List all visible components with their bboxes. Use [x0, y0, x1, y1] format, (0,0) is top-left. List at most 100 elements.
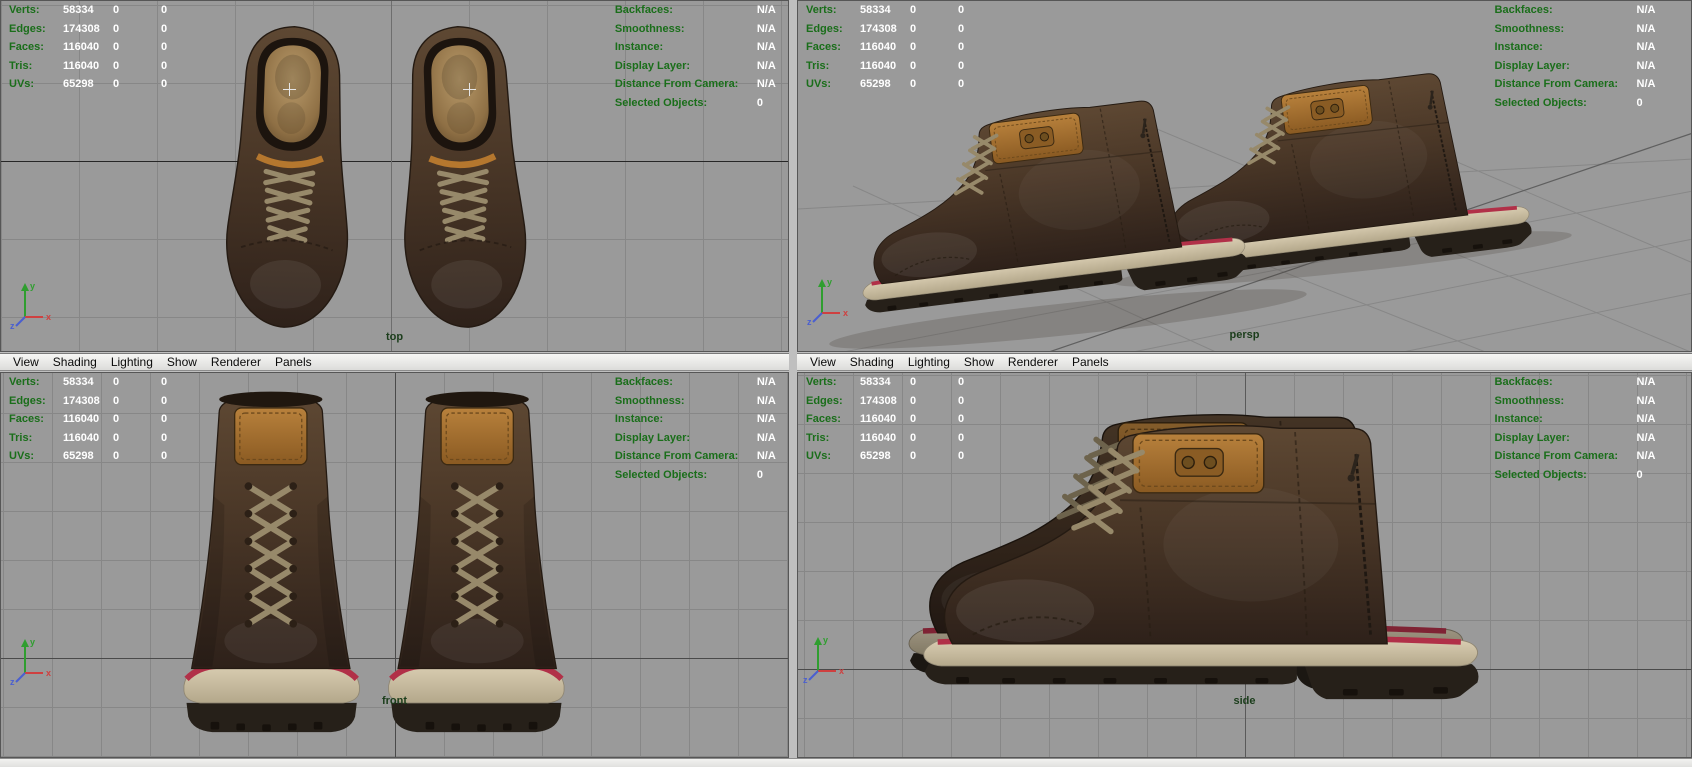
menu-item[interactable]: Panels: [268, 355, 319, 369]
hud-poly-count: Verts: 58334 0 0 Edges: 174308 0 0 Faces…: [9, 373, 167, 466]
hud-stat-value-col3: 0: [161, 394, 168, 407]
hud-info-label: Smoothness:: [614, 394, 685, 407]
viewport-side[interactable]: Verts: 58334 0 0 Edges: 174308 0 0 Faces…: [797, 372, 1692, 758]
hud-stat-value-col2: 0: [113, 59, 120, 72]
hud-stat-row: Tris: 116040 0 0: [806, 429, 964, 448]
hud-stat-value: 116040: [860, 431, 897, 444]
hud-info-value: N/A: [756, 431, 776, 444]
hud-stat-value-col3: 0: [958, 4, 965, 16]
hud-poly-count: Verts: 58334 0 0 Edges: 174308 0 0 Faces…: [9, 1, 167, 94]
menu-item[interactable]: Lighting: [901, 355, 957, 369]
hud-stat-value-col2: 0: [113, 41, 120, 53]
hud-info-label: Backfaces:: [1494, 4, 1553, 16]
hud-stat-value-col2: 0: [113, 376, 120, 388]
viewport-persp[interactable]: Verts: 58334 0 0 Edges: 174308 0 0 Faces…: [797, 0, 1692, 352]
hud-stat-label: Edges:: [9, 22, 46, 35]
hud-info-label: Instance:: [614, 41, 664, 53]
hud-info-row: Backfaces: N/A: [1495, 373, 1656, 392]
hud-stat-value-col3: 0: [161, 78, 168, 90]
hud-info-value: 0: [1636, 468, 1643, 481]
hud-stat-value: 116040: [63, 59, 100, 72]
hud-stat-row: Tris: 116040 0 0: [9, 57, 167, 76]
hud-stat-value-col3: 0: [161, 376, 168, 388]
hud-info-value: N/A: [756, 450, 776, 462]
hud-info-label: Smoothness:: [1494, 22, 1565, 35]
hud-stat-value-col3: 0: [161, 413, 168, 425]
pivot-cross: [283, 83, 296, 96]
hud-stat-row: Verts: 58334 0 0: [806, 1, 964, 20]
hud-info-value: N/A: [756, 41, 776, 53]
hud-stat-label: Tris:: [9, 431, 33, 444]
hud-stat-value-col3: 0: [958, 431, 965, 444]
menu-item[interactable]: Shading: [843, 355, 901, 369]
hud-stat-row: Tris: 116040 0 0: [9, 429, 167, 448]
hud-info-value: 0: [756, 96, 763, 109]
hud-stat-value-col3: 0: [958, 78, 965, 90]
menu-item[interactable]: View: [803, 355, 843, 369]
hud-stat-label: UVs:: [9, 450, 35, 462]
hud-stat-value: 116040: [860, 41, 897, 53]
hud-stat-label: UVs:: [806, 450, 832, 462]
hud-stat-label: Edges:: [806, 394, 843, 407]
axis-z-label: z: [803, 675, 808, 685]
menu-item[interactable]: View: [6, 355, 46, 369]
hud-stat-row: Verts: 58334 0 0: [9, 1, 167, 20]
hud-stat-value-col2: 0: [910, 431, 917, 444]
hud-info-row: Smoothness: N/A: [615, 20, 776, 39]
hud-stat-value-col2: 0: [113, 431, 120, 444]
axis-y-label: y: [823, 635, 828, 645]
hud-info-label: Distance From Camera:: [1494, 78, 1619, 90]
hud-stat-label: Faces:: [9, 413, 44, 425]
menu-item[interactable]: Show: [160, 355, 204, 369]
hud-stat-row: UVs: 65298 0 0: [806, 75, 964, 94]
hud-stat-value-col3: 0: [958, 41, 965, 53]
hud-stat-value-col3: 0: [958, 413, 965, 425]
hud-stat-label: Edges:: [806, 22, 843, 35]
hud-stat-value-col3: 0: [958, 59, 965, 72]
axis-y-label: y: [827, 277, 832, 287]
hud-stat-value-col3: 0: [161, 59, 168, 72]
hud-object-details: Backfaces: N/A Smoothness: N/A Instance:…: [615, 373, 776, 484]
hud-stat-label: Verts:: [9, 376, 40, 388]
hud-info-value: N/A: [1636, 376, 1656, 388]
hud-stat-value-col2: 0: [910, 376, 917, 388]
hud-stat-value: 65298: [860, 450, 891, 462]
menu-item[interactable]: Show: [957, 355, 1001, 369]
model-boots-front-view[interactable]: [159, 381, 589, 741]
axis-y-label: y: [30, 281, 35, 291]
menu-item[interactable]: Lighting: [104, 355, 160, 369]
hud-info-value: N/A: [1636, 431, 1656, 444]
model-boots-top-view[interactable]: [213, 21, 543, 331]
hud-stat-row: Edges: 174308 0 0: [806, 20, 964, 39]
viewport-top[interactable]: Verts: 58334 0 0 Edges: 174308 0 0 Faces…: [0, 0, 789, 352]
hud-info-row: Instance: N/A: [1495, 410, 1656, 429]
hud-info-value: N/A: [1636, 41, 1656, 53]
hud-stat-row: UVs: 65298 0 0: [9, 447, 167, 466]
hud-info-label: Display Layer:: [614, 431, 691, 444]
hud-info-label: Smoothness:: [1494, 394, 1565, 407]
menu-item[interactable]: Renderer: [1001, 355, 1065, 369]
menu-item[interactable]: Shading: [46, 355, 104, 369]
hud-info-label: Distance From Camera:: [614, 450, 739, 462]
hud-stat-value: 116040: [63, 413, 100, 425]
axis-indicator: y x z: [803, 635, 844, 685]
model-boots-side-view[interactable]: [864, 397, 1564, 701]
hud-stat-value-col2: 0: [910, 450, 917, 462]
hud-stat-value-col2: 0: [910, 22, 917, 35]
hud-stat-label: Verts:: [806, 376, 837, 388]
hud-stat-value-col2: 0: [113, 450, 120, 462]
hud-poly-count: Verts: 58334 0 0 Edges: 174308 0 0 Faces…: [806, 373, 964, 466]
hud-stat-label: Verts:: [806, 4, 837, 16]
hud-stat-value: 58334: [63, 4, 94, 16]
hud-stat-value-col2: 0: [910, 4, 917, 16]
hud-info-value: N/A: [756, 78, 776, 90]
hud-stat-value: 58334: [860, 4, 891, 16]
hud-stat-value: 116040: [860, 413, 897, 425]
hud-info-value: N/A: [756, 413, 776, 425]
hud-stat-value-col3: 0: [161, 22, 168, 35]
hud-stat-value-col3: 0: [958, 22, 965, 35]
viewport-front[interactable]: Verts: 58334 0 0 Edges: 174308 0 0 Faces…: [0, 372, 789, 758]
hud-info-label: Selected Objects:: [1494, 468, 1587, 481]
menu-item[interactable]: Panels: [1065, 355, 1116, 369]
menu-item[interactable]: Renderer: [204, 355, 268, 369]
